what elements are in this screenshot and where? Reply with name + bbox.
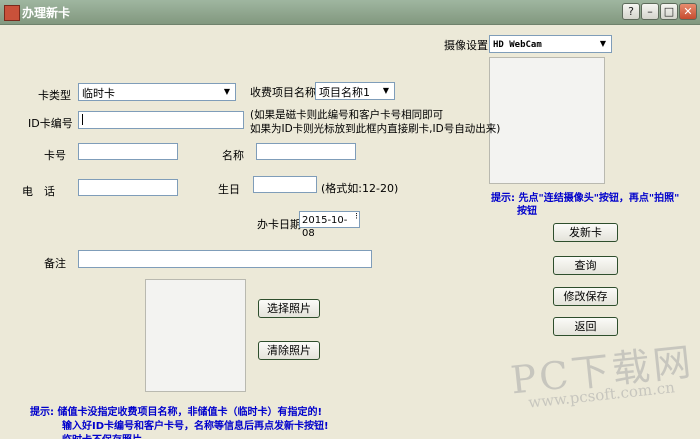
card-no-label: 卡号	[44, 149, 66, 162]
photo-preview	[145, 279, 246, 392]
clear-photo-button[interactable]: 清除照片	[258, 341, 320, 360]
remark-input[interactable]	[78, 250, 372, 268]
camera-select-value: HD WebCam	[493, 40, 542, 50]
close-button[interactable]: ✕	[679, 3, 697, 20]
minimize-button[interactable]: –	[641, 3, 659, 20]
chevron-down-icon: ▼	[382, 86, 390, 95]
select-photo-button[interactable]: 选择照片	[258, 299, 320, 318]
title-bar: 办理新卡 ? – □ ✕	[0, 0, 700, 25]
chevron-down-icon: ▼	[599, 39, 607, 48]
id-card-hint-line2: 如果为ID卡则光标放到此框内直接刷卡,ID号自动出来)	[250, 123, 501, 135]
fee-item-value: 项目名称1	[319, 86, 370, 99]
new-card-button[interactable]: 发新卡	[553, 223, 618, 242]
birthday-label: 生日	[218, 183, 240, 196]
fee-item-select[interactable]: 项目名称1 ▼	[315, 82, 395, 100]
birthday-format-hint: (格式如:12-20)	[321, 182, 399, 195]
name-label: 名称	[222, 149, 244, 162]
save-changes-button[interactable]: 修改保存	[553, 287, 618, 306]
camera-select[interactable]: HD WebCam ▼	[489, 35, 612, 53]
issue-date-value: 2015-10-08	[302, 215, 348, 239]
birthday-input[interactable]	[253, 176, 317, 193]
back-button[interactable]: 返回	[553, 317, 618, 336]
remark-label: 备注	[44, 257, 66, 270]
new-card-window: 办理新卡 ? – □ ✕ 摄像设置 HD WebCam ▼ 提示: 先点"连结摄…	[0, 0, 700, 439]
camera-label: 摄像设置	[444, 39, 488, 52]
phone-label: 电 话	[22, 185, 55, 198]
id-card-label: ID卡编号	[28, 117, 73, 130]
card-type-value: 临时卡	[82, 87, 115, 100]
issue-date-label: 办卡日期	[257, 218, 301, 231]
card-no-input[interactable]	[78, 143, 178, 160]
card-type-select[interactable]: 临时卡 ▼	[78, 83, 236, 101]
issue-date-picker[interactable]: 2015-10-08 ⁝	[299, 211, 360, 239]
spin-icon: ⁝	[355, 212, 358, 222]
camera-tip-line2: 按钮	[517, 206, 537, 217]
bottom-tip-line3: 临时卡不保存照片	[62, 431, 142, 439]
text-cursor	[82, 114, 83, 125]
phone-input[interactable]	[78, 179, 178, 196]
card-type-label: 卡类型	[38, 89, 71, 102]
bottom-tip-line2: 输入好ID卡编号和客户卡号，名称等信息后再点发新卡按钮!	[62, 421, 329, 432]
window-title: 办理新卡	[22, 6, 71, 20]
id-card-hint-line1: (如果是磁卡则此编号和客户卡号相同即可	[250, 109, 444, 121]
maximize-button[interactable]: □	[660, 3, 678, 20]
bottom-tip-line1: 提示: 储值卡没指定收费项目名称，非储值卡（临时卡）有指定的!	[30, 407, 323, 418]
chevron-down-icon: ▼	[223, 87, 231, 96]
fee-item-label: 收费项目名称	[250, 86, 316, 99]
query-button[interactable]: 查询	[553, 256, 618, 275]
help-button[interactable]: ?	[622, 3, 640, 20]
app-icon	[4, 5, 20, 21]
name-input[interactable]	[256, 143, 356, 160]
camera-preview	[489, 57, 605, 184]
id-card-input[interactable]	[78, 111, 244, 129]
